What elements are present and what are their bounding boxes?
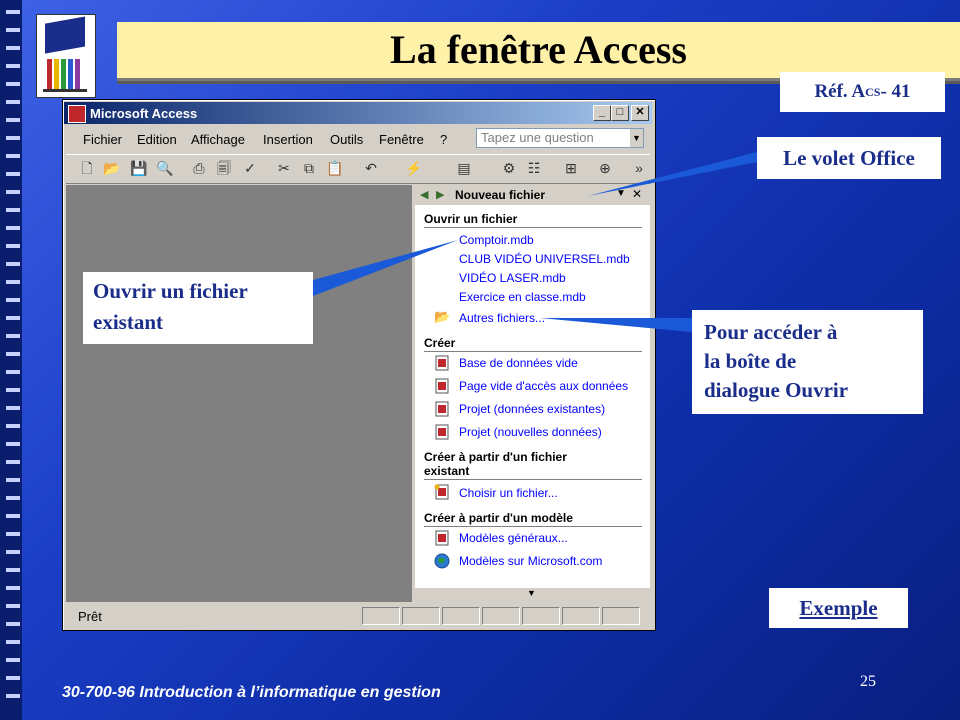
page-number: 25 (860, 673, 876, 690)
callout-open-dialog-line3: dialogue Ouvrir (704, 378, 849, 402)
callout-open-dialog-line2: la boîte de (704, 349, 797, 373)
open-file-connector (313, 240, 458, 296)
callout-open-existing: Ouvrir un fichier existant (83, 272, 313, 344)
office-pane-connector (588, 152, 757, 196)
callout-open-existing-line2: existant (93, 310, 163, 334)
callout-open-dialog-line1: Pour accéder à (704, 320, 838, 344)
open-dialog-connector (540, 318, 692, 332)
example-link[interactable]: Exemple (769, 588, 908, 628)
callout-open-dialog: Pour accéder à la boîte de dialogue Ouvr… (692, 310, 923, 414)
callout-open-existing-line1: Ouvrir un fichier (93, 279, 248, 303)
footer-course-title: 30-700-96 Introduction à l’informatique … (62, 684, 441, 701)
callout-office-pane: Le volet Office (757, 137, 941, 179)
